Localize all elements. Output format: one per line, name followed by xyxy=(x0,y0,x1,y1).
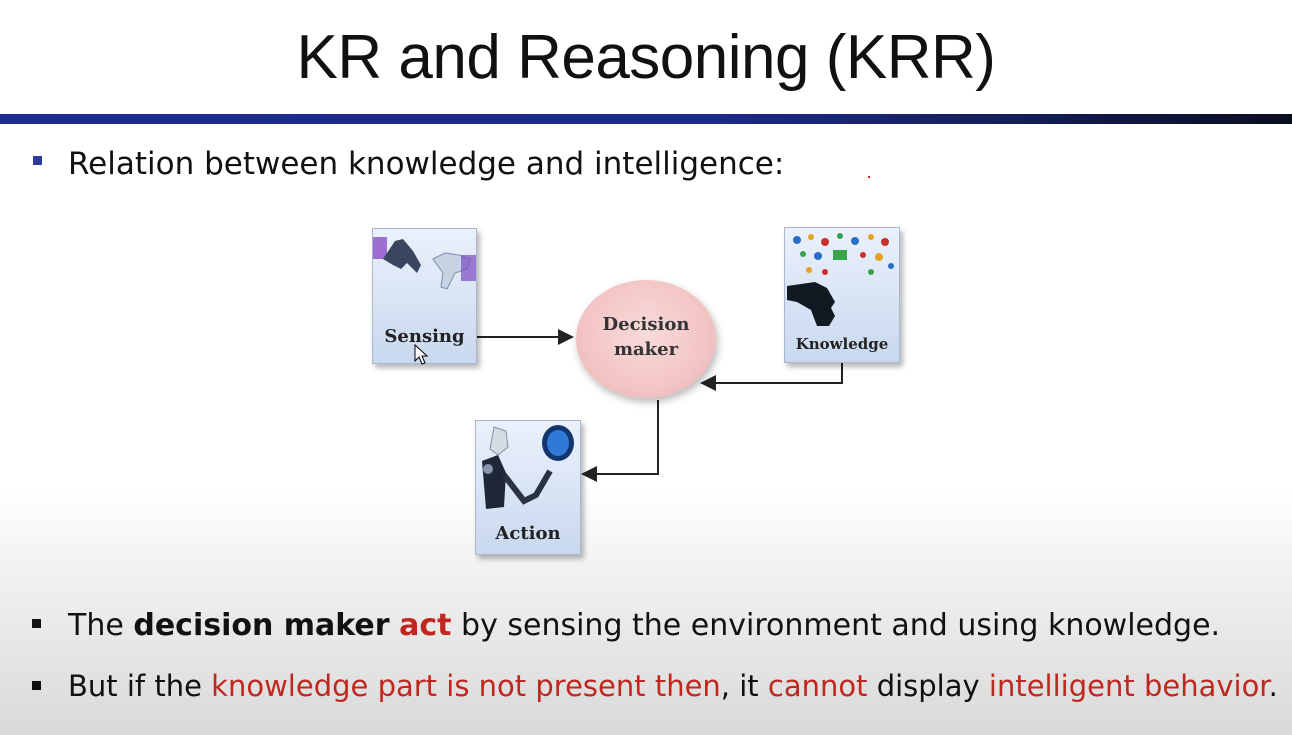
bullet-knowledge-absent: But if the knowledge part is not present… xyxy=(68,669,1278,703)
head-knowledge-icon xyxy=(787,233,894,326)
bullet2-part4: . xyxy=(1268,669,1278,703)
mouse-cursor-icon xyxy=(414,344,429,365)
bullet1-emphasis: act xyxy=(399,608,452,643)
robot-hand-icon xyxy=(373,237,476,290)
arrow-decision-to-action xyxy=(581,400,659,482)
bullet-decision-maker: The decision maker act by sensing the en… xyxy=(68,608,1220,643)
decision-maker-node: Decision maker xyxy=(576,280,716,398)
bullet2-red2: cannot xyxy=(767,669,868,703)
robot-icon xyxy=(482,425,574,509)
action-box: Action xyxy=(475,420,581,555)
bullet1-bold: decision maker xyxy=(133,608,390,643)
bullet2-part3: display xyxy=(867,669,989,703)
bullet1-part1: The xyxy=(68,608,134,643)
knowledge-label: Knowledge xyxy=(795,335,889,353)
bullet1-space xyxy=(390,608,400,643)
action-label: Action xyxy=(495,523,561,544)
bullet2-red3: intelligent behavior xyxy=(988,669,1269,703)
bullet1-part2: by sensing the environment and using kno… xyxy=(451,608,1221,643)
bullet-marker xyxy=(32,619,41,628)
bullet-marker xyxy=(32,681,41,690)
arrow-knowledge-to-decision xyxy=(700,362,843,391)
decision-label-line2: maker xyxy=(613,339,679,360)
bullet2-part2: , it xyxy=(720,669,768,703)
bullet2-red1: knowledge part is not present then xyxy=(211,669,721,703)
knowledge-box: Knowledge xyxy=(784,227,900,363)
bullet2-part1: But if the xyxy=(68,669,212,703)
decision-label-line1: Decision xyxy=(602,314,690,335)
